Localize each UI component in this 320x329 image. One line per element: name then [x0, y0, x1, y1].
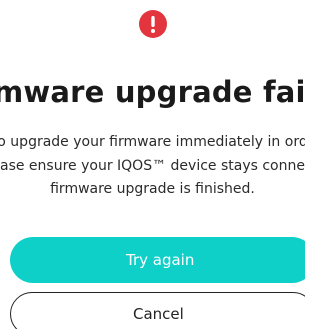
try-again-button[interactable]: Try again [10, 237, 305, 283]
dialog-title: Firmware upgrade failed [0, 75, 305, 109]
firmware-upgrade-failed-dialog: Firmware upgrade failed o upgrade your f… [0, 0, 305, 329]
message-line-2: ase ensure your IQOS™ device stays conne [0, 158, 305, 174]
message-line-1: o upgrade your firmware immediately in o… [0, 134, 305, 150]
cancel-button[interactable]: Cancel [10, 292, 305, 329]
message-line-3: firmware upgrade is finished. [50, 181, 255, 197]
alert-icon [139, 10, 167, 38]
exclamation-glyph [151, 16, 155, 33]
